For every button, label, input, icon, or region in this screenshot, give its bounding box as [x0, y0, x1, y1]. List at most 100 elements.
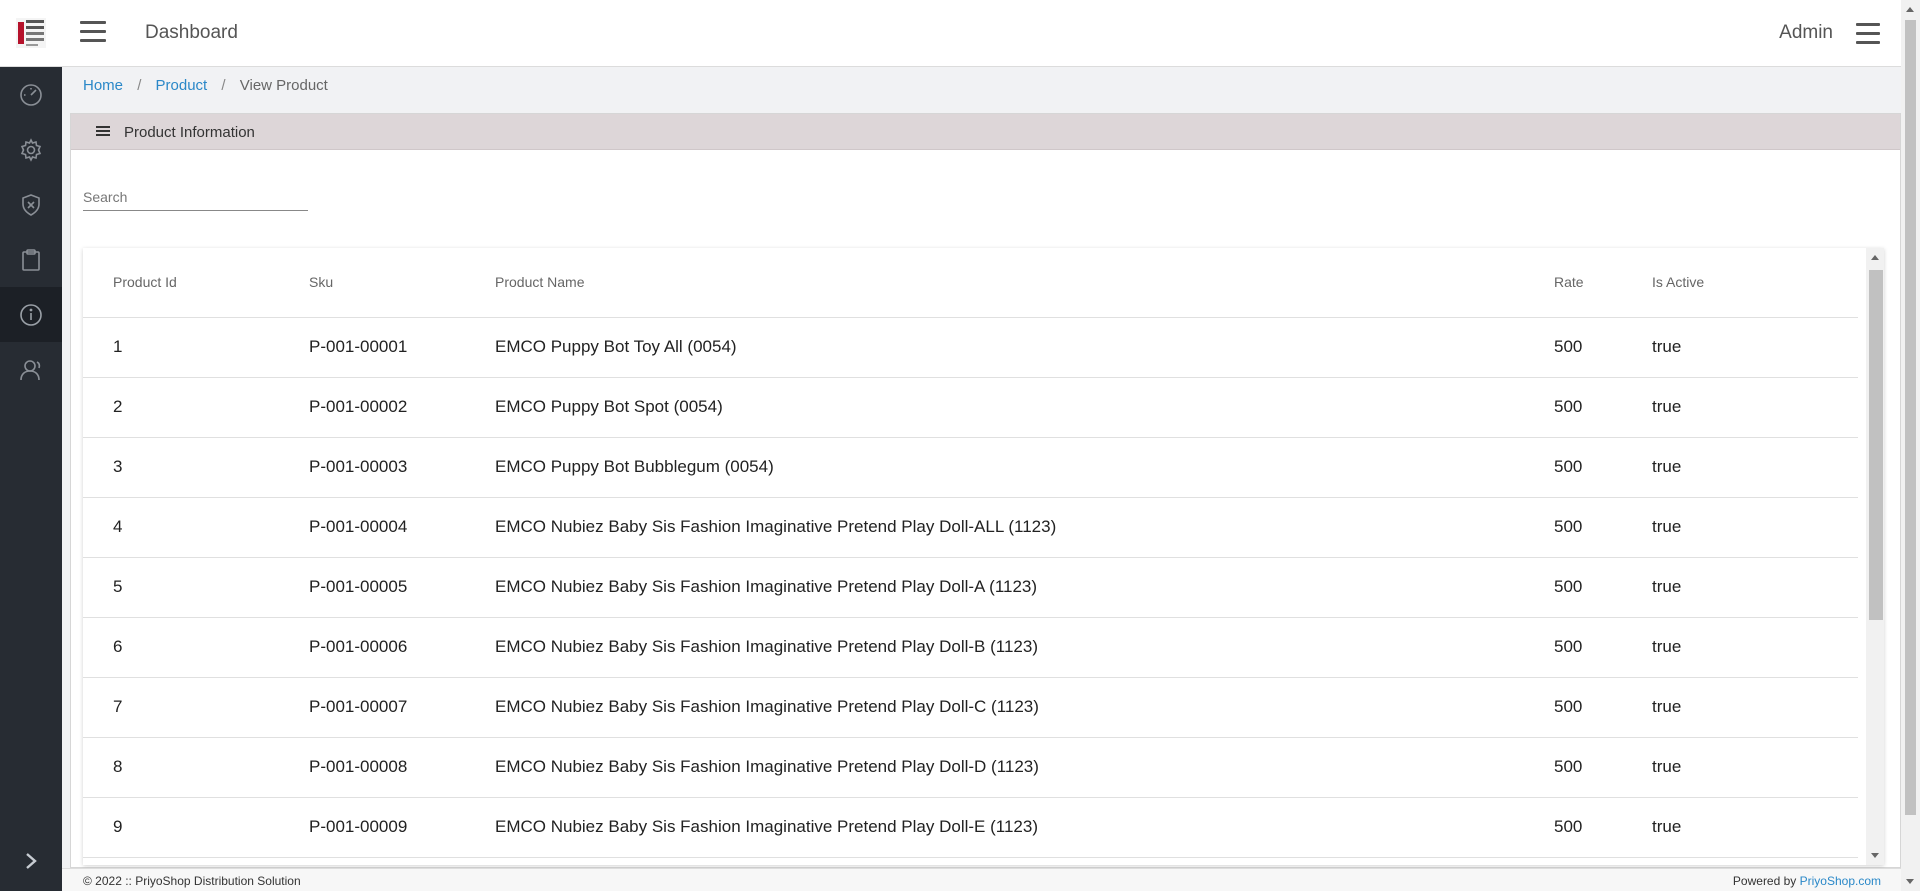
cell-rate: 500 [1524, 437, 1622, 498]
cell-sku: P-001-00002 [279, 377, 465, 438]
column-header-product-name[interactable]: Product Name [465, 248, 1524, 318]
column-header-sku[interactable]: Sku [279, 248, 465, 318]
sidebar-item-settings[interactable] [0, 122, 62, 177]
breadcrumb-separator: / [221, 77, 226, 94]
cell-rate: 500 [1524, 317, 1622, 378]
table-row[interactable]: 7 P-001-00007 EMCO Nubiez Baby Sis Fashi… [83, 677, 1858, 738]
user-icon [20, 359, 41, 380]
sidebar-item-info[interactable] [0, 287, 62, 342]
sidebar-item-orders[interactable] [0, 232, 62, 287]
breadcrumb-home[interactable]: Home [83, 77, 123, 94]
breadcrumb-current: View Product [239, 77, 328, 94]
cell-product-id: 8 [83, 737, 279, 798]
cell-sku: P-001-00008 [279, 737, 465, 798]
table-row[interactable]: 4 P-001-00004 EMCO Nubiez Baby Sis Fashi… [83, 497, 1858, 558]
clipboard-icon [22, 248, 40, 271]
page-scrollbar[interactable] [1901, 0, 1920, 891]
cell-rate: 500 [1524, 677, 1622, 738]
cell-product-name: EMCO Nubiez Baby Sis Fashion Imaginative… [465, 497, 1524, 558]
cell-product-name: EMCO Nubiez Baby Sis Fashion Imaginative… [465, 557, 1524, 618]
cell-is-active: true [1622, 437, 1858, 498]
sidebar-item-dashboard[interactable] [0, 67, 62, 122]
gear-icon [20, 137, 42, 162]
card-header: Product Information [71, 114, 1900, 150]
sidebar-item-users[interactable] [0, 342, 62, 397]
table-row[interactable]: 6 P-001-00006 EMCO Nubiez Baby Sis Fashi… [83, 617, 1858, 678]
cell-product-id: 3 [83, 437, 279, 498]
cell-product-id: 1 [83, 317, 279, 378]
cell-sku: P-001-00001 [279, 317, 465, 378]
table-row[interactable]: 2 P-001-00002 EMCO Puppy Bot Spot (0054)… [83, 377, 1858, 438]
column-header-is-active[interactable]: Is Active [1622, 248, 1858, 318]
product-table: Product Id Sku Product Name Rate Is Acti… [83, 248, 1858, 858]
cell-is-active: true [1622, 497, 1858, 558]
sidebar-item-security[interactable] [0, 177, 62, 232]
cell-sku: P-001-00007 [279, 677, 465, 738]
page-scroll-up-arrow-icon[interactable] [1906, 7, 1914, 12]
right-menu-icon[interactable] [1856, 23, 1880, 45]
cell-is-active: true [1622, 557, 1858, 618]
table-row[interactable]: 3 P-001-00003 EMCO Puppy Bot Bubblegum (… [83, 437, 1858, 498]
cell-product-name: EMCO Nubiez Baby Sis Fashion Imaginative… [465, 797, 1524, 858]
page-scroll-down-arrow-icon[interactable] [1906, 879, 1914, 884]
cell-product-name: EMCO Puppy Bot Bubblegum (0054) [465, 437, 1524, 498]
table-row[interactable]: 5 P-001-00005 EMCO Nubiez Baby Sis Fashi… [83, 557, 1858, 618]
cell-sku: P-001-00006 [279, 617, 465, 678]
main-content: Home / Product / View Product Product In… [62, 67, 1901, 891]
cell-product-name: EMCO Nubiez Baby Sis Fashion Imaginative… [465, 617, 1524, 678]
powered-by-link[interactable]: PriyoShop.com [1800, 874, 1881, 888]
cell-product-id: 6 [83, 617, 279, 678]
scroll-up-arrow-icon[interactable] [1871, 255, 1879, 260]
powered-by-label: Powered by [1732, 874, 1800, 888]
sidebar-toggle[interactable] [0, 831, 62, 891]
footer-copyright: © 2022 :: PriyoShop Distribution Solutio… [83, 874, 301, 888]
cell-product-name: EMCO Nubiez Baby Sis Fashion Imaginative… [465, 737, 1524, 798]
cell-sku: P-001-00004 [279, 497, 465, 558]
breadcrumb-separator: / [137, 77, 142, 94]
cell-product-name: EMCO Nubiez Baby Sis Fashion Imaginative… [465, 677, 1524, 738]
hamburger-icon[interactable] [80, 21, 106, 45]
cell-rate: 500 [1524, 557, 1622, 618]
table-scrollbar-thumb[interactable] [1869, 270, 1883, 620]
list-icon [96, 126, 110, 138]
cell-rate: 500 [1524, 497, 1622, 558]
cell-sku: P-001-00003 [279, 437, 465, 498]
sidebar [0, 67, 62, 891]
cell-is-active: true [1622, 317, 1858, 378]
footer-powered-by: Powered by PriyoShop.com [1733, 874, 1881, 888]
footer: © 2022 :: PriyoShop Distribution Solutio… [62, 868, 1901, 891]
shop-logo-icon[interactable] [14, 16, 48, 50]
column-header-rate[interactable]: Rate [1524, 248, 1622, 318]
column-header-product-id[interactable]: Product Id [83, 248, 279, 318]
page-title: Dashboard [145, 22, 238, 43]
table-row[interactable]: 9 P-001-00009 EMCO Nubiez Baby Sis Fashi… [83, 797, 1858, 858]
product-info-card: Product Information Product [70, 113, 1901, 868]
cell-is-active: true [1622, 737, 1858, 798]
product-table-container: Product Id Sku Product Name Rate Is Acti… [83, 248, 1884, 865]
cell-product-name: EMCO Puppy Bot Toy All (0054) [465, 317, 1524, 378]
cell-product-id: 2 [83, 377, 279, 438]
cell-rate: 500 [1524, 617, 1622, 678]
speedometer-icon [20, 83, 42, 106]
shield-icon [22, 193, 40, 216]
cell-is-active: true [1622, 797, 1858, 858]
cell-product-id: 9 [83, 797, 279, 858]
table-row[interactable]: 1 P-001-00001 EMCO Puppy Bot Toy All (00… [83, 317, 1858, 378]
search-input[interactable] [83, 189, 308, 205]
table-scrollbar[interactable] [1866, 248, 1884, 865]
app-root: Dashboard Admin Home / Product / View Pr… [0, 0, 1920, 891]
cell-sku: P-001-00005 [279, 557, 465, 618]
chevron-right-icon [26, 853, 37, 869]
cell-rate: 500 [1524, 797, 1622, 858]
cell-rate: 500 [1524, 737, 1622, 798]
user-menu-label[interactable]: Admin [1779, 22, 1833, 44]
breadcrumb-product[interactable]: Product [156, 77, 208, 94]
scroll-down-arrow-icon[interactable] [1871, 853, 1879, 858]
cell-rate: 500 [1524, 377, 1622, 438]
cell-product-id: 7 [83, 677, 279, 738]
cell-sku: P-001-00009 [279, 797, 465, 858]
cell-is-active: true [1622, 617, 1858, 678]
table-row[interactable]: 8 P-001-00008 EMCO Nubiez Baby Sis Fashi… [83, 737, 1858, 798]
search-field[interactable] [83, 189, 308, 211]
page-scrollbar-thumb[interactable] [1905, 20, 1916, 815]
